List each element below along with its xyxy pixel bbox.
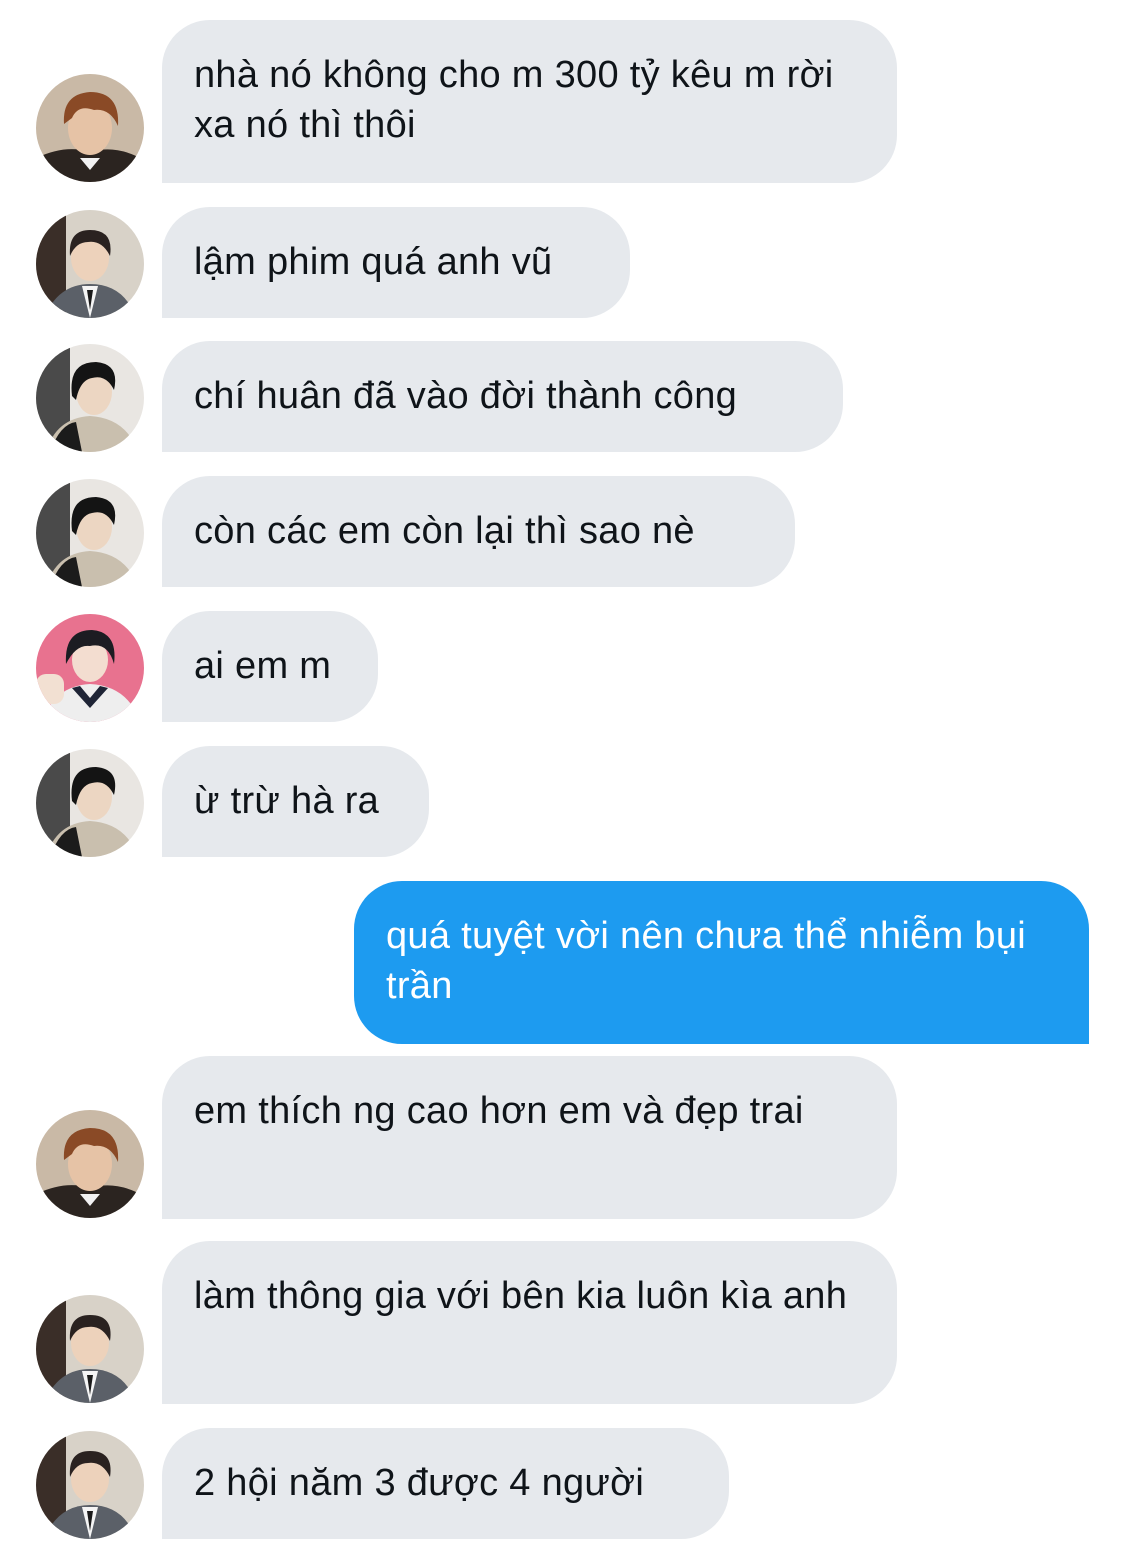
message-row: lậm phim quá anh vũ bbox=[0, 207, 1125, 318]
avatar-suit-image bbox=[36, 210, 144, 318]
message-text: em thích ng cao hơn em và đẹp trai bbox=[194, 1090, 804, 1132]
incoming-message-bubble[interactable]: em thích ng cao hơn em và đẹp trai bbox=[162, 1056, 897, 1219]
message-text: lậm phim quá anh vũ bbox=[194, 241, 553, 283]
message-text: chí huân đã vào đời thành công bbox=[194, 375, 738, 417]
avatar-suit[interactable] bbox=[36, 210, 144, 318]
avatar-dark-hair[interactable] bbox=[36, 749, 144, 857]
avatar-brown-hair[interactable] bbox=[36, 74, 144, 182]
avatar-suit[interactable] bbox=[36, 1295, 144, 1403]
message-row: em thích ng cao hơn em và đẹp trai bbox=[0, 1056, 1125, 1219]
avatar-dark-hair-image bbox=[36, 479, 144, 587]
avatar-suit[interactable] bbox=[36, 1431, 144, 1539]
message-text: 2 hội năm 3 được 4 người bbox=[194, 1462, 645, 1504]
avatar-dark-hair[interactable] bbox=[36, 479, 144, 587]
avatar-dark-hair[interactable] bbox=[36, 344, 144, 452]
message-text: còn các em còn lại thì sao nè bbox=[194, 510, 695, 552]
avatar-suit-image bbox=[36, 1295, 144, 1403]
message-row: ừ trừ hà ra bbox=[0, 746, 1125, 857]
avatar-dark-hair-image bbox=[36, 749, 144, 857]
incoming-message-bubble[interactable]: 2 hội năm 3 được 4 người bbox=[162, 1428, 729, 1539]
message-text: ừ trừ hà ra bbox=[194, 780, 380, 822]
avatar-pink-background-image bbox=[36, 614, 144, 722]
avatar-pink-background[interactable] bbox=[36, 614, 144, 722]
avatar-brown-hair-image bbox=[36, 74, 144, 182]
avatar-suit-image bbox=[36, 1431, 144, 1539]
incoming-message-bubble[interactable]: ừ trừ hà ra bbox=[162, 746, 429, 857]
message-row: quá tuyệt vời nên chưa thể nhiễm bụi trầ… bbox=[0, 881, 1125, 1044]
outgoing-message-bubble[interactable]: quá tuyệt vời nên chưa thể nhiễm bụi trầ… bbox=[354, 881, 1089, 1044]
incoming-message-bubble[interactable]: còn các em còn lại thì sao nè bbox=[162, 476, 795, 587]
message-row: còn các em còn lại thì sao nè bbox=[0, 476, 1125, 587]
avatar-brown-hair[interactable] bbox=[36, 1110, 144, 1218]
message-row: ai em m bbox=[0, 611, 1125, 722]
message-text: ai em m bbox=[194, 645, 332, 687]
incoming-message-bubble[interactable]: lậm phim quá anh vũ bbox=[162, 207, 630, 318]
message-text: nhà nó không cho m 300 tỷ kêu m rời xa n… bbox=[194, 54, 834, 146]
message-row: nhà nó không cho m 300 tỷ kêu m rời xa n… bbox=[0, 20, 1125, 183]
avatar-dark-hair-image bbox=[36, 344, 144, 452]
message-row: làm thông gia với bên kia luôn kìa anh bbox=[0, 1241, 1125, 1404]
incoming-message-bubble[interactable]: chí huân đã vào đời thành công bbox=[162, 341, 843, 452]
message-text: quá tuyệt vời nên chưa thể nhiễm bụi trầ… bbox=[386, 915, 1026, 1007]
incoming-message-bubble[interactable]: làm thông gia với bên kia luôn kìa anh bbox=[162, 1241, 897, 1404]
message-text: làm thông gia với bên kia luôn kìa anh bbox=[194, 1275, 848, 1317]
message-row: 2 hội năm 3 được 4 người bbox=[0, 1428, 1125, 1539]
incoming-message-bubble[interactable]: nhà nó không cho m 300 tỷ kêu m rời xa n… bbox=[162, 20, 897, 183]
message-row: chí huân đã vào đời thành công bbox=[0, 341, 1125, 452]
avatar-brown-hair-image bbox=[36, 1110, 144, 1218]
incoming-message-bubble[interactable]: ai em m bbox=[162, 611, 378, 722]
